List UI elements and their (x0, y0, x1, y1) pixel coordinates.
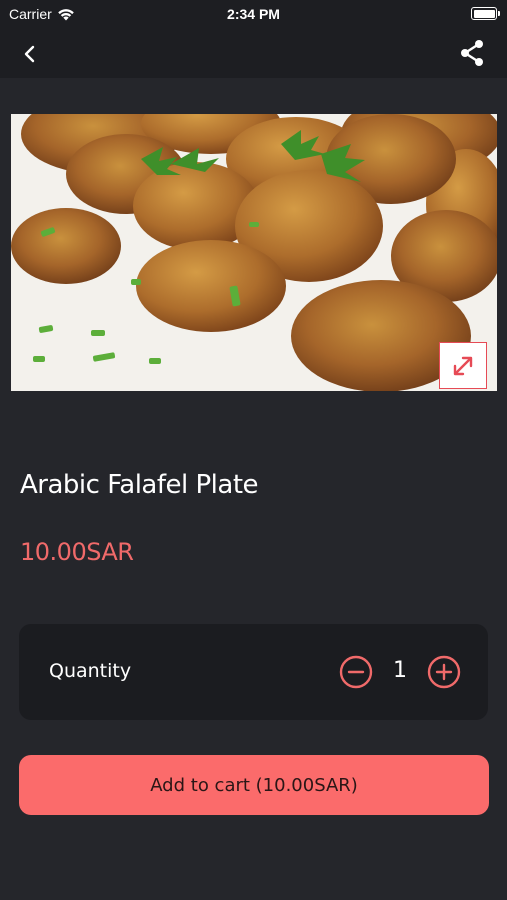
product-title: Arabic Falafel Plate (20, 470, 259, 500)
quantity-card: Quantity 1 (19, 624, 488, 720)
product-image[interactable] (11, 114, 497, 391)
falafel-photo (11, 114, 497, 391)
back-button[interactable] (16, 40, 44, 68)
plus-circle-icon (427, 655, 461, 689)
status-bar: Carrier 2:34 PM (0, 0, 507, 28)
expand-icon (453, 356, 473, 375)
chevron-left-icon (24, 45, 35, 63)
decrease-quantity-button[interactable] (339, 655, 373, 689)
share-icon (461, 40, 483, 66)
product-price: 10.00SAR (20, 538, 134, 566)
quantity-label: Quantity (49, 660, 132, 682)
expand-image-button[interactable] (439, 342, 487, 389)
quantity-value: 1 (393, 658, 407, 683)
share-button[interactable] (457, 38, 487, 68)
minus-circle-icon (339, 655, 373, 689)
status-time: 2:34 PM (227, 6, 280, 22)
navigation-bar (0, 28, 507, 78)
add-to-cart-button[interactable]: Add to cart (10.00SAR) (19, 755, 489, 815)
increase-quantity-button[interactable] (427, 655, 461, 689)
battery-icon (471, 7, 500, 20)
